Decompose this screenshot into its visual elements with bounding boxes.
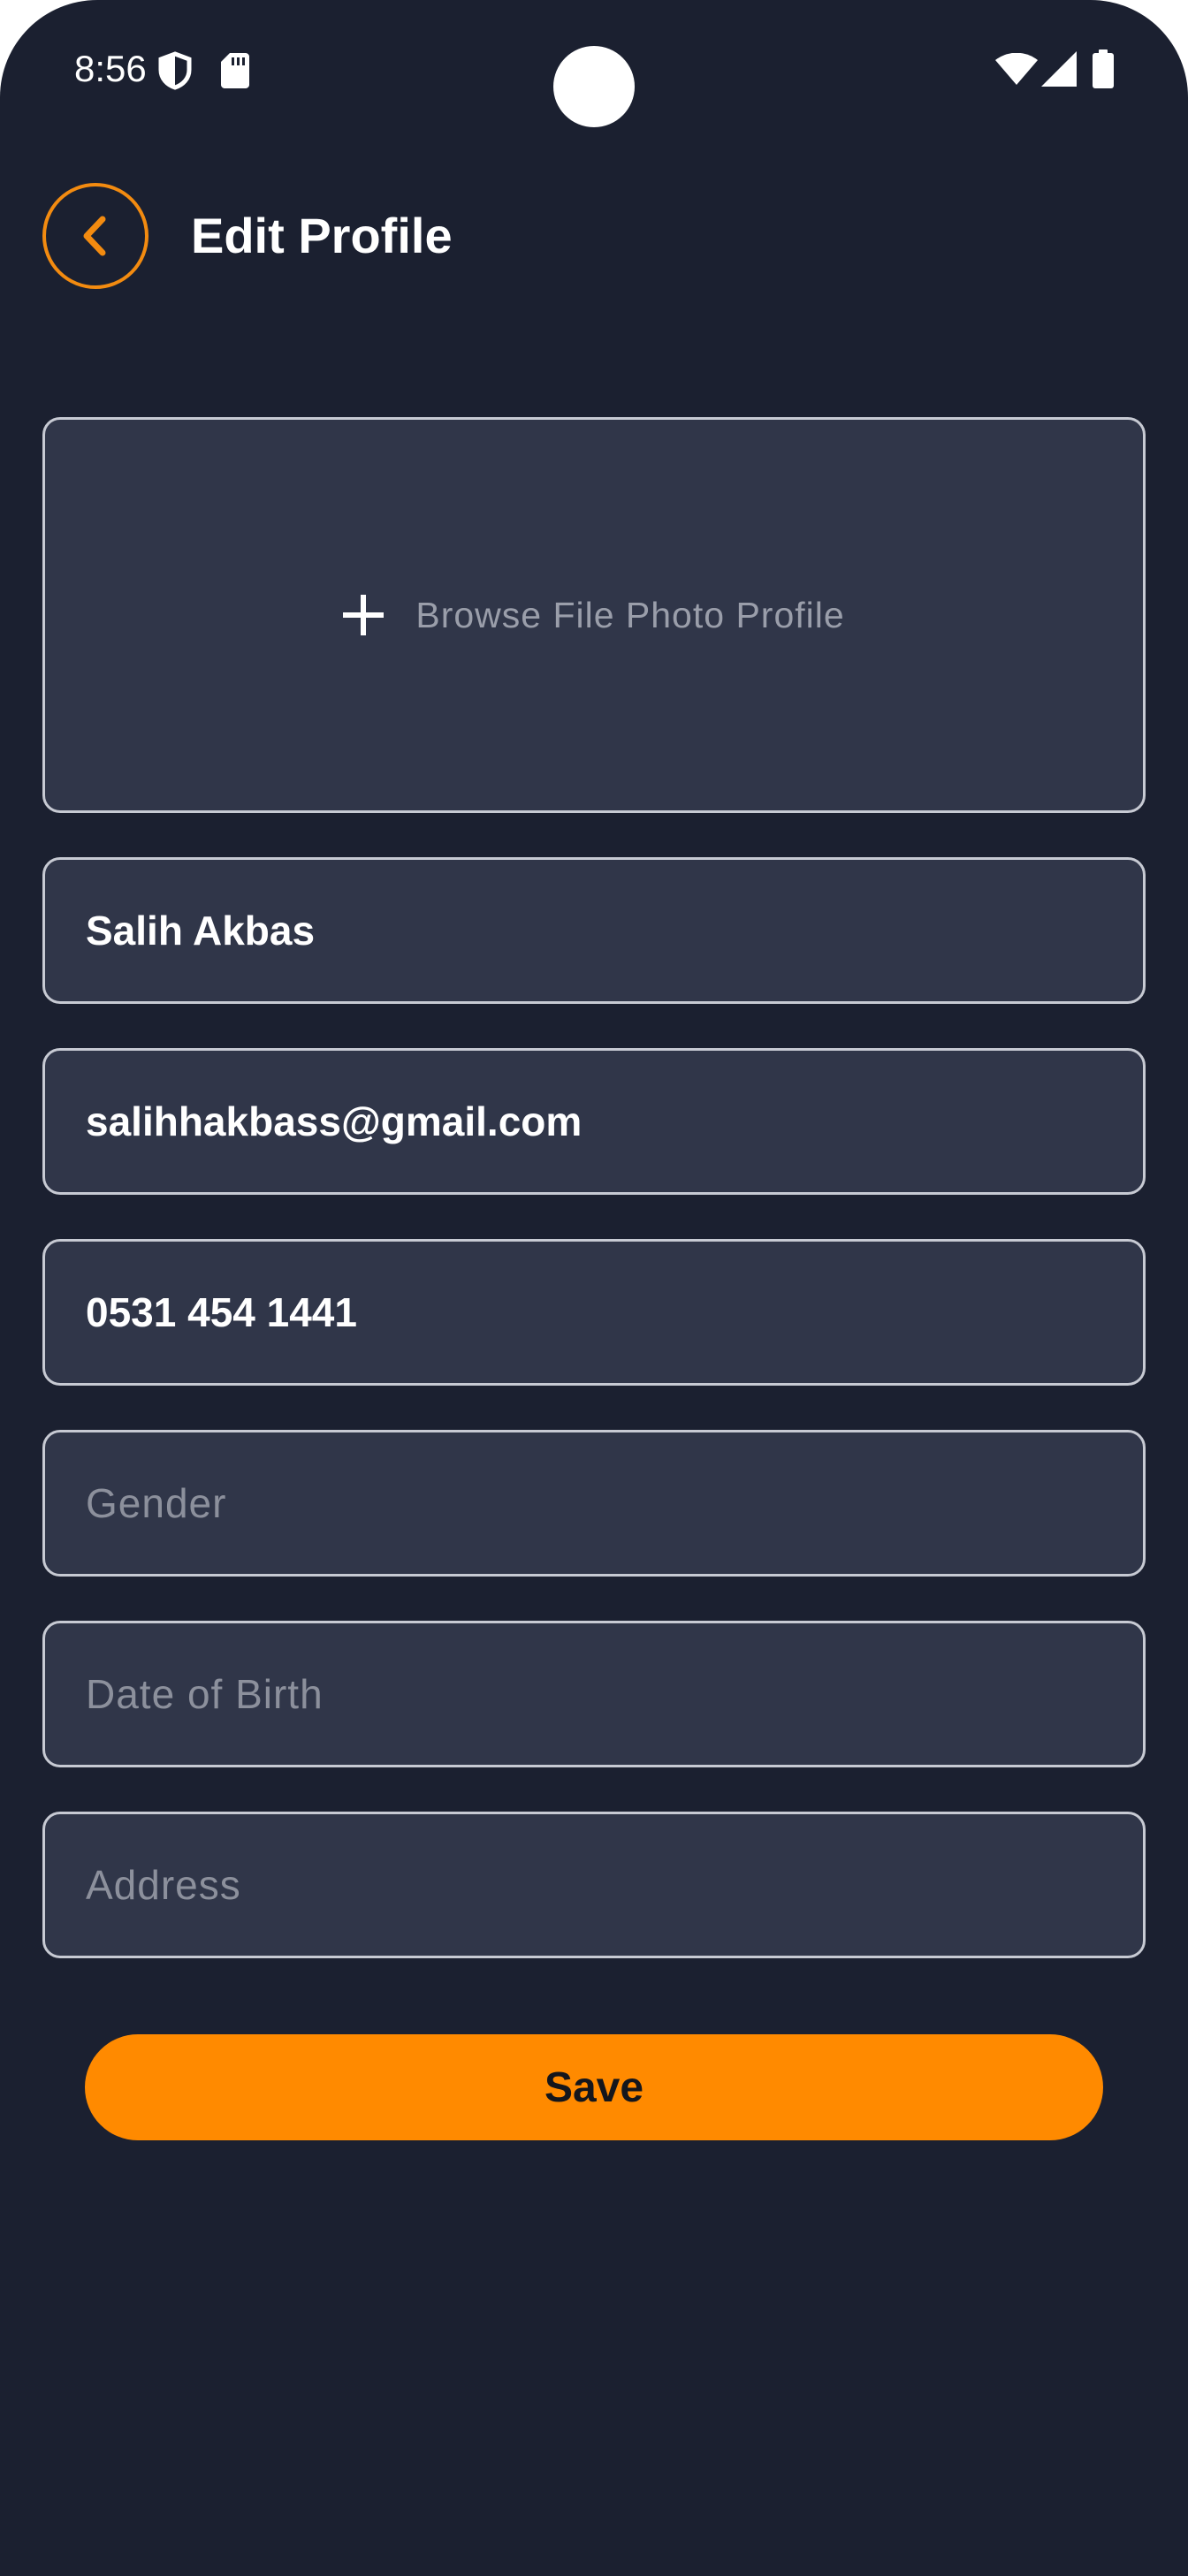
phone-field[interactable] (42, 1239, 1146, 1386)
page-title: Edit Profile (191, 208, 453, 263)
address-field[interactable] (42, 1812, 1146, 1958)
phone-input[interactable] (86, 1288, 1143, 1336)
gender-field[interactable] (42, 1430, 1146, 1577)
battery-icon (1093, 49, 1114, 88)
back-button[interactable] (42, 183, 148, 289)
shield-icon (158, 51, 192, 90)
date-of-birth-field[interactable] (42, 1621, 1146, 1767)
screen: 8:56 Edit Profile Browse File Photo Prof… (0, 0, 1188, 2576)
status-time: 8:56 (74, 48, 147, 89)
address-input[interactable] (86, 1861, 1143, 1909)
date-of-birth-input[interactable] (86, 1670, 1143, 1718)
chevron-left-icon (83, 216, 106, 256)
camera-cutout (553, 46, 635, 127)
browse-photo-button[interactable]: Browse File Photo Profile (42, 417, 1146, 813)
email-field[interactable] (42, 1048, 1146, 1195)
save-button[interactable]: Save (85, 2034, 1103, 2140)
photo-upload-label: Browse File Photo Profile (415, 594, 845, 635)
plus-icon (343, 595, 385, 635)
email-input[interactable] (86, 1098, 1143, 1145)
sd-card-icon (221, 53, 249, 88)
wifi-icon (995, 53, 1038, 85)
name-field[interactable] (42, 857, 1146, 1004)
photo-upload-content: Browse File Photo Profile (343, 595, 844, 636)
gender-input[interactable] (86, 1479, 1143, 1527)
name-input[interactable] (86, 907, 1143, 954)
signal-icon (1041, 51, 1077, 87)
